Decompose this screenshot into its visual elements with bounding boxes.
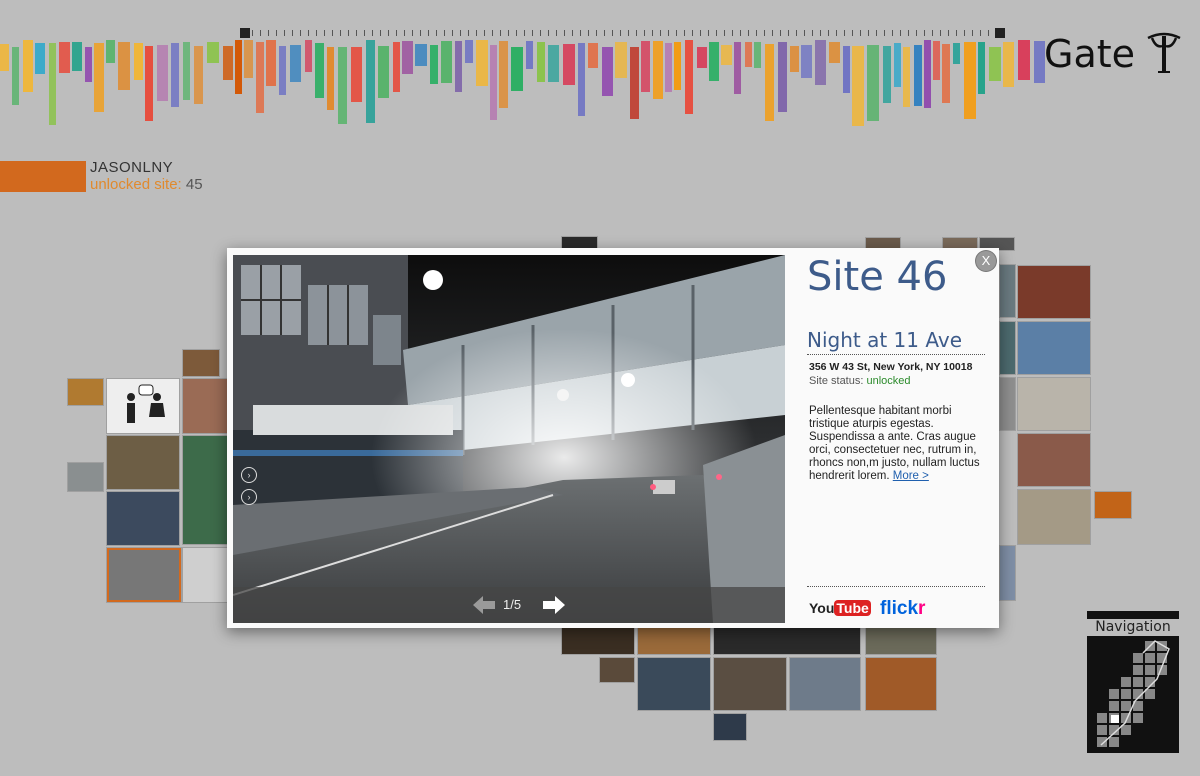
info-divider-bottom	[807, 586, 985, 587]
site-thumbnail[interactable]	[183, 548, 228, 602]
site-photo[interactable]: › › 1/5	[233, 255, 785, 623]
navigation-top-bar	[1087, 611, 1179, 619]
site-status: Site status: unlocked	[809, 375, 911, 387]
site-thumbnail[interactable]	[1018, 322, 1090, 374]
youtube-label-you: You	[809, 600, 835, 616]
photo-controls-bar: 1/5	[233, 587, 785, 623]
flickr-label-flick: flick	[880, 598, 919, 619]
youtube-label-tube: Tube	[834, 600, 871, 616]
site-thumbnail[interactable]	[714, 714, 746, 740]
photo-pager: 1/5	[503, 597, 522, 612]
info-divider-top	[807, 354, 985, 355]
site-thumbnail[interactable]	[68, 379, 103, 405]
navigation-panel[interactable]: Navigation	[1087, 611, 1179, 753]
site-description: Pellentesque habitant morbi tristique at…	[809, 405, 987, 483]
site-name: Night at 11 Ave	[807, 328, 962, 352]
previous-arrow-icon[interactable]	[473, 596, 495, 614]
youtube-link[interactable]: You Tube	[809, 600, 871, 616]
site-thumbnail[interactable]	[68, 463, 103, 491]
site-thumbnail[interactable]	[107, 492, 179, 545]
photo-side-arrow-icon[interactable]: ›	[241, 467, 257, 483]
flickr-label-r: r	[918, 598, 926, 619]
site-thumbnail-restroom[interactable]	[107, 379, 179, 433]
site-thumbnail[interactable]	[1018, 378, 1090, 430]
site-thumbnail[interactable]	[1000, 322, 1015, 374]
site-thumbnail[interactable]	[1000, 265, 1015, 317]
site-thumbnail[interactable]	[1000, 546, 1015, 600]
navigation-minimap[interactable]	[1091, 639, 1175, 749]
status-value: unlocked	[866, 375, 911, 387]
photo-side-play-icon[interactable]: ›	[241, 489, 257, 505]
site-thumbnail[interactable]	[183, 436, 228, 544]
street-photo-image	[233, 255, 785, 623]
site-thumbnail[interactable]	[638, 658, 710, 710]
site-thumbnail[interactable]	[183, 379, 228, 433]
site-info-panel: Site 46 Night at 11 Ave 356 W 43 St, New…	[807, 248, 993, 628]
site-thumbnail[interactable]	[1018, 266, 1090, 318]
site-thumbnail[interactable]	[866, 658, 936, 710]
site-detail-modal: › › 1/5 Site 46 Night at 11 Ave 356 W 43…	[227, 248, 999, 628]
site-thumbnail[interactable]	[714, 628, 860, 654]
close-button[interactable]: X	[976, 251, 996, 271]
site-thumbnail[interactable]	[866, 628, 936, 654]
site-thumbnail[interactable]	[600, 658, 634, 682]
site-thumbnail[interactable]	[183, 350, 219, 376]
site-thumbnail[interactable]	[1018, 434, 1090, 486]
site-thumbnail[interactable]	[714, 658, 786, 710]
site-thumbnail[interactable]	[638, 628, 710, 654]
status-label: Site status:	[809, 375, 864, 387]
flickr-link[interactable]: flickr	[880, 598, 925, 620]
site-thumbnail-selected[interactable]	[107, 548, 181, 602]
minimap-current-position	[1111, 715, 1119, 723]
site-thumbnail[interactable]	[1018, 490, 1090, 544]
restroom-icon	[107, 379, 179, 433]
navigation-label: Navigation	[1087, 619, 1179, 636]
site-thumbnail[interactable]	[1095, 492, 1131, 518]
more-link[interactable]: More >	[893, 470, 929, 482]
site-thumbnail[interactable]	[1000, 378, 1015, 430]
site-title: Site 46	[807, 254, 948, 300]
site-thumbnail[interactable]	[790, 658, 860, 710]
site-thumbnail[interactable]	[562, 628, 634, 654]
site-address: 356 W 43 St, New York, NY 10018	[809, 361, 973, 373]
next-arrow-icon[interactable]	[543, 596, 565, 614]
site-thumbnail[interactable]	[107, 436, 179, 489]
